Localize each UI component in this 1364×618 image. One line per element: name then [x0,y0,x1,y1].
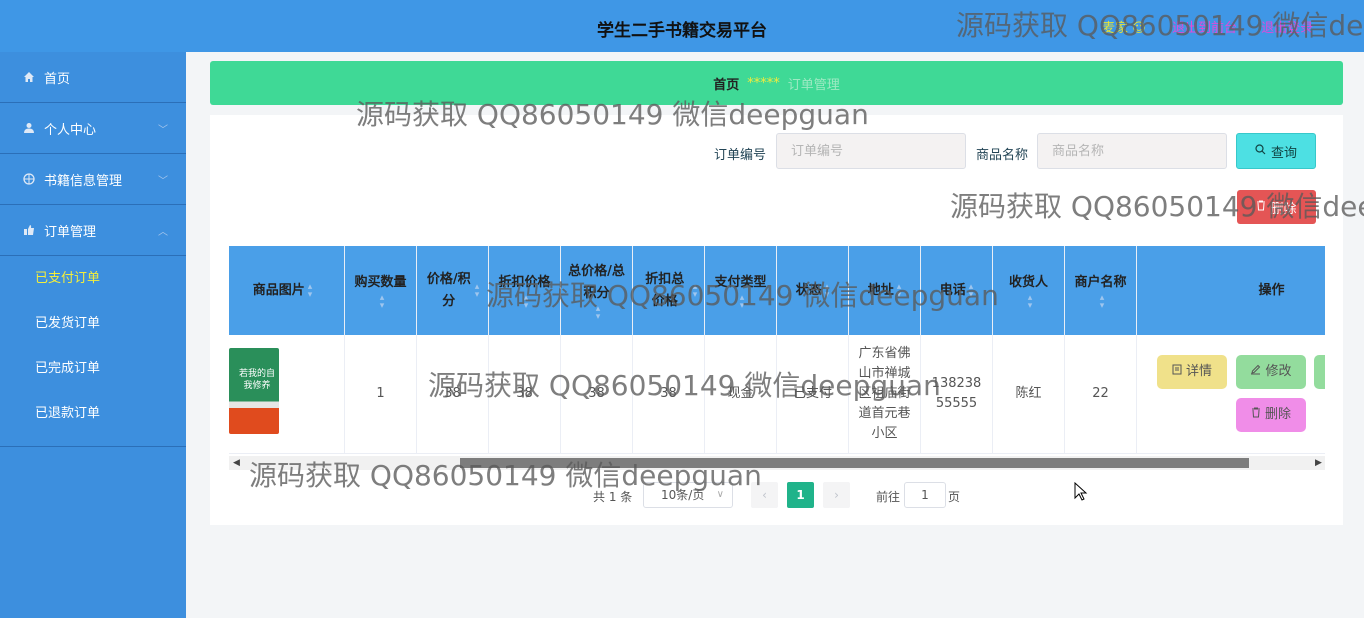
sidebar-item-completed-orders[interactable]: 已完成订单 [0,346,186,391]
column-header[interactable]: 电话 ▴ ▾ [921,246,993,335]
column-header[interactable]: 支付类型 ▴ ▾ [705,246,777,335]
cell-discount-price: 38 [489,335,561,454]
sidebar-item-shipped-orders[interactable]: 已发货订单 [0,301,186,346]
orders-submenu: 已支付订单 已发货订单 已完成订单 已退款订单 [0,256,186,447]
detail-button-label: 详情 [1185,364,1212,379]
order-no-input[interactable] [776,133,966,169]
cell-total: 38 [561,335,633,454]
chevron-left-icon: ‹ [762,488,767,502]
column-header[interactable]: 状态 ▴ ▾ [777,246,849,335]
edit-button[interactable]: 修改 [1236,355,1306,389]
current-page-button[interactable]: 1 [787,482,814,508]
search-button[interactable]: 查询 [1236,133,1316,169]
back-to-front-link[interactable]: 退出到前台 [1172,21,1237,36]
goods-name-input[interactable] [1037,133,1227,169]
table-row-image-cell: 若我的自我修养 [229,335,345,454]
product-image-title: 若我的自我修养 [238,369,275,391]
sidebar-item-home[interactable]: 首页 [0,52,186,103]
scroll-left-arrow-icon[interactable]: ◀ [233,456,240,470]
column-header[interactable]: 折扣总价格 ▴ ▾ [633,246,705,335]
row-delete-button[interactable]: 删除 [1236,398,1306,432]
top-header: 学生二手书籍交易平台 麦家 ☺ 退出到前台 退出登录 [0,0,1364,52]
user-greeting[interactable]: 麦家 ☺ [1102,17,1146,36]
column-header[interactable]: 价格/积分 ▴ ▾ [417,246,489,335]
sidebar-item-label: 个人中心 [44,122,97,138]
sidebar-item-refunded-orders[interactable]: 已退款订单 [0,391,186,436]
goto-page-input[interactable] [904,482,946,508]
chevron-right-icon: › [834,488,839,502]
column-header[interactable]: 地址 ▴ ▾ [849,246,921,335]
next-page-button[interactable]: › [823,482,850,508]
column-header[interactable]: 收货人 ▴ ▾ [993,246,1065,335]
column-header: 操作 [1137,246,1325,335]
table-horizontal-scrollbar[interactable]: ◀ ▶ [229,456,1325,470]
cell-merchant: 22 [1065,335,1137,454]
chevron-down-icon: ﹀ [158,125,168,136]
cell-receiver: 陈红 [993,335,1065,454]
chevron-up-icon: ︿ [158,227,168,238]
row-delete-label: 删除 [1264,407,1291,422]
header-links: 退出到前台 退出登录 [1172,17,1333,36]
sidebar-item-books[interactable]: 书籍信息管理 ﹀ [0,154,186,205]
sidebar-item-orders[interactable]: 订单管理 ︿ [0,205,186,256]
batch-delete-button[interactable]: 删除 [1237,190,1316,224]
breadcrumb-home[interactable]: 首页 [713,74,739,93]
delete-icon [1251,405,1261,425]
cell-phone: 13823855555 [921,335,993,454]
book-icon [22,172,36,186]
document-icon [1172,362,1182,382]
prev-page-button[interactable]: ‹ [751,482,778,508]
column-header[interactable]: 购买数量 ▴ ▾ [345,246,417,335]
orders-table: 商品图片 ▴ ▾ 购买数量 ▴ ▾ 价格/积分 ▴ ▾ 折扣价格 ▴ ▾ 总价格/总积分 ▴ ▾ 折… [229,246,1325,456]
chevron-down-icon: ﹀ [158,176,168,187]
goods-name-label: 商品名称 [976,148,1029,163]
page-size-select[interactable]: 10条/页 ∨ [643,482,733,508]
extra-action-button[interactable] [1314,355,1325,389]
mouse-cursor-icon [1074,481,1088,506]
scrollbar-thumb[interactable] [460,458,1249,468]
cell-actions: 详情 修改 删除 [1137,335,1325,454]
search-icon [1255,143,1266,159]
edit-icon [1250,362,1261,382]
order-no-label: 订单编号 [714,148,767,163]
search-button-label: 查询 [1270,145,1297,161]
pagination-total: 共 1 条 [593,490,633,504]
logout-link[interactable]: 退出登录 [1261,21,1313,36]
edit-button-label: 修改 [1265,364,1292,379]
page-size-value: 10条/页 [661,488,705,502]
goto-label: 前往 [876,490,901,504]
home-icon [22,70,36,84]
chevron-down-icon: ∨ [716,489,724,500]
sidebar: 首页 个人中心 ﹀ 书籍信息管理 ﹀ 订单管理 ︿ 已支付订单 已发货订单 已完… [0,52,186,618]
cell-qty: 1 [345,335,417,454]
breadcrumb: 首页 ***** 订单管理 [210,61,1343,105]
page-unit-label: 页 [948,490,961,504]
sidebar-item-label: 书籍信息管理 [44,173,123,189]
delete-icon [1256,200,1266,215]
cell-status: 已支付 [777,335,849,454]
cell-price: 38 [417,335,489,454]
column-header[interactable]: 总价格/总积分 ▴ ▾ [561,246,633,335]
sidebar-item-label: 订单管理 [44,224,97,240]
app-title: 学生二手书籍交易平台 [597,21,767,41]
column-header[interactable]: 商户名称 ▴ ▾ [1065,246,1137,335]
detail-button[interactable]: 详情 [1157,355,1227,389]
table-body: 若我的自我修养 1 38 38 38 38 现金 已支付 广东省佛山市禅城区祖庙… [229,335,1325,456]
sidebar-item-personal[interactable]: 个人中心 ﹀ [0,103,186,154]
column-header[interactable]: 商品图片 ▴ ▾ [229,246,345,335]
breadcrumb-separator: ***** [747,75,780,91]
cell-discount-total: 38 [633,335,705,454]
scroll-right-arrow-icon[interactable]: ▶ [1315,456,1322,470]
table-header: 商品图片 ▴ ▾ 购买数量 ▴ ▾ 价格/积分 ▴ ▾ 折扣价格 ▴ ▾ 总价格/总积分 ▴ ▾ 折… [229,246,1325,335]
order-icon [22,223,36,237]
batch-delete-label: 删除 [1270,201,1297,217]
cell-pay-type: 现金 [705,335,777,454]
column-header[interactable]: 折扣价格 ▴ ▾ [489,246,561,335]
product-image[interactable]: 若我的自我修养 [229,348,279,434]
user-icon [22,121,36,135]
cell-address: 广东省佛山市禅城区祖庙街道首元巷小区 [849,335,921,454]
breadcrumb-current: 订单管理 [787,77,840,93]
sidebar-item-paid-orders[interactable]: 已支付订单 [0,256,186,301]
sidebar-item-label: 首页 [44,71,71,87]
